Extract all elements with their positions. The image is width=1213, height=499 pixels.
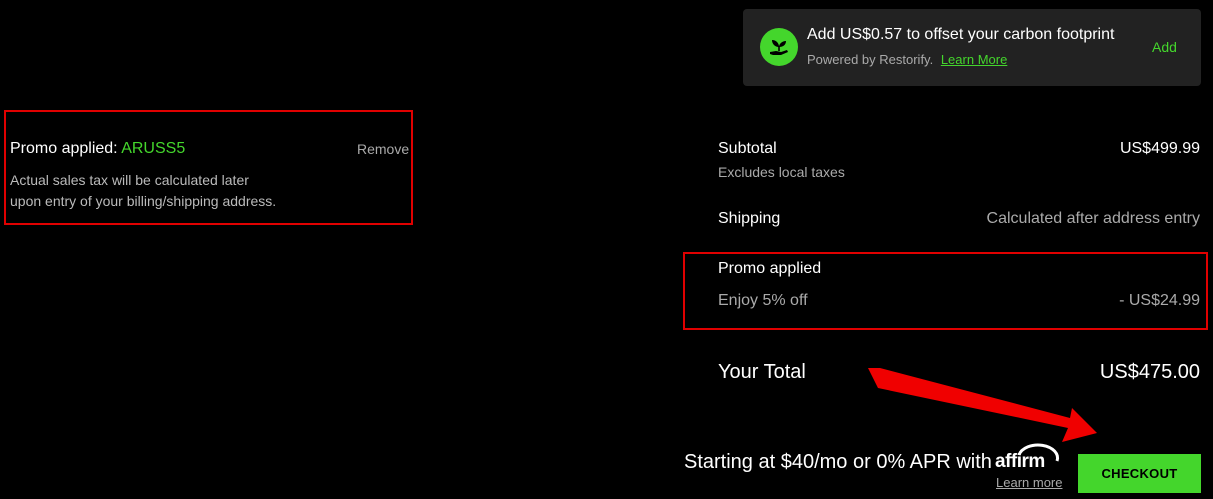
affirm-logo-text: affirm — [995, 451, 1045, 472]
financing-text: Starting at $40/mo or 0% APR with — [684, 451, 992, 473]
tax-note-line2: upon entry of your billing/shipping addr… — [10, 193, 277, 209]
total-label: Your Total — [718, 361, 806, 383]
affirm-learn-more-link[interactable]: Learn more — [996, 475, 1062, 490]
affirm-logo: affirm — [995, 441, 1065, 473]
promo-applied-label: Promo applied: — [10, 140, 118, 157]
carbon-add-button[interactable]: Add — [1152, 39, 1177, 55]
total-value: US$475.00 — [1099, 361, 1200, 383]
remove-promo-button[interactable]: Remove — [357, 141, 409, 157]
tax-note-line1: Actual sales tax will be calculated late… — [10, 172, 249, 188]
shipping-label: Shipping — [718, 210, 781, 227]
subtotal-label: Subtotal — [718, 140, 777, 157]
plant-hand-icon — [760, 28, 798, 66]
carbon-offset-card: Add US$0.57 to offset your carbon footpr… — [743, 9, 1201, 86]
promo-code: ARUSS5 — [121, 140, 186, 157]
powered-by-text: Powered by Restorify. — [807, 52, 934, 67]
shipping-value: Calculated after address entry — [986, 210, 1200, 227]
promo-summary-title: Promo applied — [718, 260, 822, 277]
promo-applied-box: Promo applied: ARUSS5 Remove Actual sale… — [4, 110, 413, 225]
promo-summary-desc: Enjoy 5% off — [718, 292, 808, 309]
subtotal-note: Excludes local taxes — [718, 164, 845, 180]
promo-discount-value: - US$24.99 — [1119, 292, 1200, 309]
checkout-button[interactable]: CHECKOUT — [1078, 454, 1201, 493]
carbon-learn-more-link[interactable]: Learn More — [941, 52, 1007, 67]
promo-applied-heading: Promo applied: ARUSS5 — [10, 140, 185, 158]
carbon-offset-title: Add US$0.57 to offset your carbon footpr… — [807, 26, 1115, 43]
carbon-offset-subtitle: Powered by Restorify. Learn More — [807, 52, 1007, 67]
subtotal-value: US$499.99 — [1119, 140, 1200, 157]
